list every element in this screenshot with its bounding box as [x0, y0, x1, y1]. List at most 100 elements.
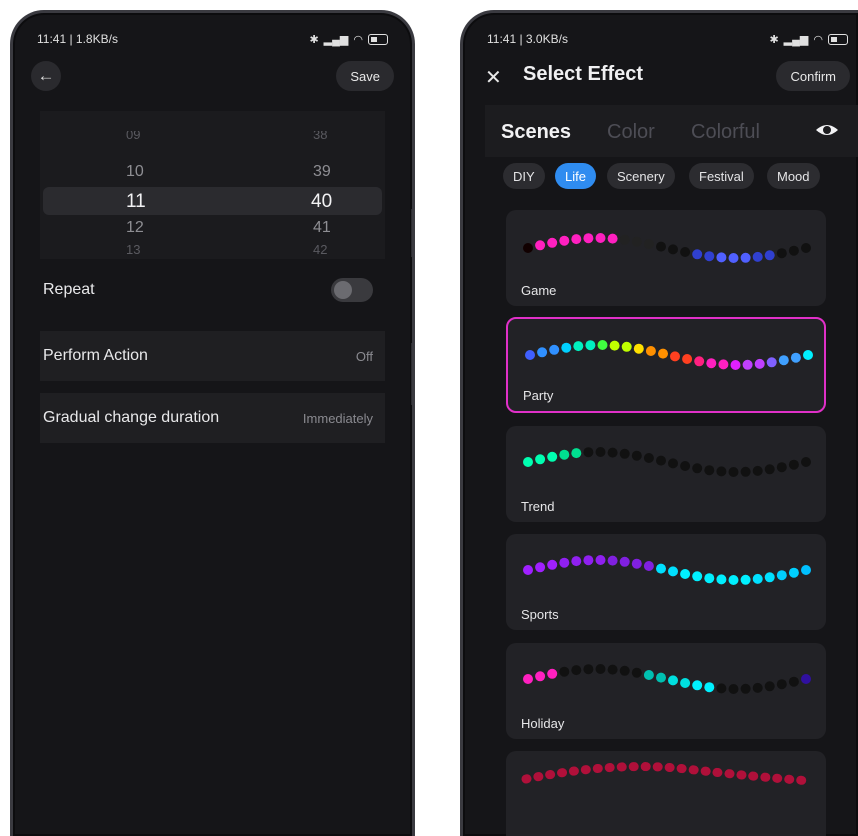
- time-picker[interactable]: 09 38 10 39 11 40 12 41 13 42: [40, 111, 385, 259]
- led-dot: [583, 447, 594, 458]
- led-dot: [730, 360, 741, 370]
- led-dot: [716, 466, 727, 477]
- effect-card-party[interactable]: Party: [506, 317, 826, 413]
- confirm-button[interactable]: Confirm: [776, 61, 850, 91]
- led-dot: [631, 450, 642, 461]
- selected-minute[interactable]: 40: [311, 191, 332, 213]
- selected-hour[interactable]: 11: [126, 191, 146, 213]
- led-dot: [776, 570, 787, 581]
- gradual-change-label: Gradual change duration: [43, 409, 220, 426]
- led-dot: [607, 664, 618, 675]
- bluetooth-icon: ✱: [309, 33, 319, 46]
- led-dot: [619, 234, 630, 245]
- led-dot: [573, 341, 584, 352]
- wifi-icon: ◠: [353, 33, 363, 46]
- led-dot: [704, 465, 715, 476]
- power-button: [411, 343, 412, 405]
- led-dot: [788, 459, 799, 470]
- led-dot: [728, 575, 739, 585]
- led-dot: [595, 664, 606, 674]
- led-dot: [559, 235, 570, 246]
- minute-option[interactable]: 41: [313, 219, 331, 237]
- led-dot: [547, 451, 558, 462]
- chip-life[interactable]: Life: [555, 163, 596, 189]
- led-dot: [571, 665, 582, 676]
- effect-label: Holiday: [521, 716, 565, 731]
- led-dot: [656, 455, 666, 466]
- led-dot: [549, 344, 560, 355]
- perform-action-label: Perform Action: [43, 347, 148, 364]
- led-dot: [523, 674, 533, 684]
- chip-mood[interactable]: Mood: [767, 163, 820, 189]
- led-dot: [680, 678, 691, 688]
- led-dot: [788, 245, 799, 256]
- effect-card-trend[interactable]: Trend: [506, 426, 826, 522]
- led-dot: [764, 250, 775, 261]
- tab-colorful[interactable]: Colorful: [691, 121, 760, 144]
- led-dot: [716, 252, 727, 263]
- effect-card-game[interactable]: Game: [506, 210, 826, 306]
- led-dot: [680, 247, 691, 257]
- led-dot: [718, 359, 729, 370]
- hour-option[interactable]: 12: [126, 219, 144, 237]
- chip-scenery[interactable]: Scenery: [607, 163, 675, 189]
- chip-festival[interactable]: Festival: [689, 163, 754, 189]
- back-button[interactable]: ←: [31, 61, 61, 91]
- wifi-icon: ◠: [813, 33, 823, 46]
- led-dot: [801, 243, 811, 253]
- battery-icon: [828, 33, 848, 45]
- led-dot: [740, 252, 751, 263]
- minute-option[interactable]: 42: [313, 242, 327, 255]
- led-dot: [597, 340, 608, 350]
- gradual-change-row[interactable]: Gradual change duration Immediately: [40, 393, 385, 443]
- minute-option[interactable]: 39: [313, 163, 331, 181]
- led-dot: [766, 357, 777, 368]
- led-dot: [740, 466, 751, 477]
- effect-card-holiday[interactable]: Holiday: [506, 643, 826, 739]
- led-dot: [559, 557, 570, 568]
- led-dot: [559, 666, 570, 677]
- led-dot: [801, 565, 811, 575]
- minute-option[interactable]: 38: [313, 131, 327, 142]
- perform-action-value: Off: [355, 348, 373, 364]
- signal-icon: ▂▄▆: [323, 33, 349, 46]
- led-dot: [728, 253, 739, 263]
- perform-action-row[interactable]: Perform Action Off: [40, 331, 385, 381]
- led-dot: [535, 562, 546, 573]
- hour-option[interactable]: 10: [126, 163, 144, 181]
- repeat-toggle[interactable]: [331, 278, 373, 302]
- led-dot: [790, 352, 801, 363]
- hour-option[interactable]: 09: [126, 131, 140, 142]
- led-dot: [656, 241, 666, 252]
- led-dot: [776, 248, 787, 259]
- save-button[interactable]: Save: [336, 61, 394, 91]
- led-dot: [535, 671, 546, 682]
- led-dot: [643, 670, 654, 680]
- led-dot: [668, 675, 678, 686]
- led-dot: [728, 467, 739, 477]
- led-dot: [801, 457, 811, 467]
- effect-card-sports[interactable]: Sports: [506, 534, 826, 630]
- effect-card-partial[interactable]: [506, 751, 826, 836]
- close-icon[interactable]: ✕: [485, 65, 502, 90]
- eye-icon[interactable]: [814, 117, 840, 143]
- tab-color[interactable]: Color: [607, 121, 655, 144]
- led-dot: [619, 448, 630, 459]
- tab-scenes[interactable]: Scenes: [501, 121, 571, 144]
- hour-option[interactable]: 13: [126, 242, 140, 255]
- led-dot: [692, 571, 703, 582]
- led-dot: [670, 351, 680, 362]
- led-dot: [559, 449, 570, 460]
- led-dot: [764, 464, 775, 475]
- led-dot: [752, 251, 763, 262]
- led-dot: [583, 664, 594, 675]
- chip-diy[interactable]: DIY: [503, 163, 545, 189]
- status-text: 11:41 | 1.8KB/s: [37, 32, 118, 46]
- led-dot: [803, 350, 813, 360]
- led-dot: [547, 559, 558, 570]
- led-dot: [547, 237, 558, 248]
- led-dot: [692, 249, 703, 260]
- led-dot: [682, 354, 693, 364]
- led-dot: [631, 667, 642, 678]
- led-dot: [619, 665, 630, 676]
